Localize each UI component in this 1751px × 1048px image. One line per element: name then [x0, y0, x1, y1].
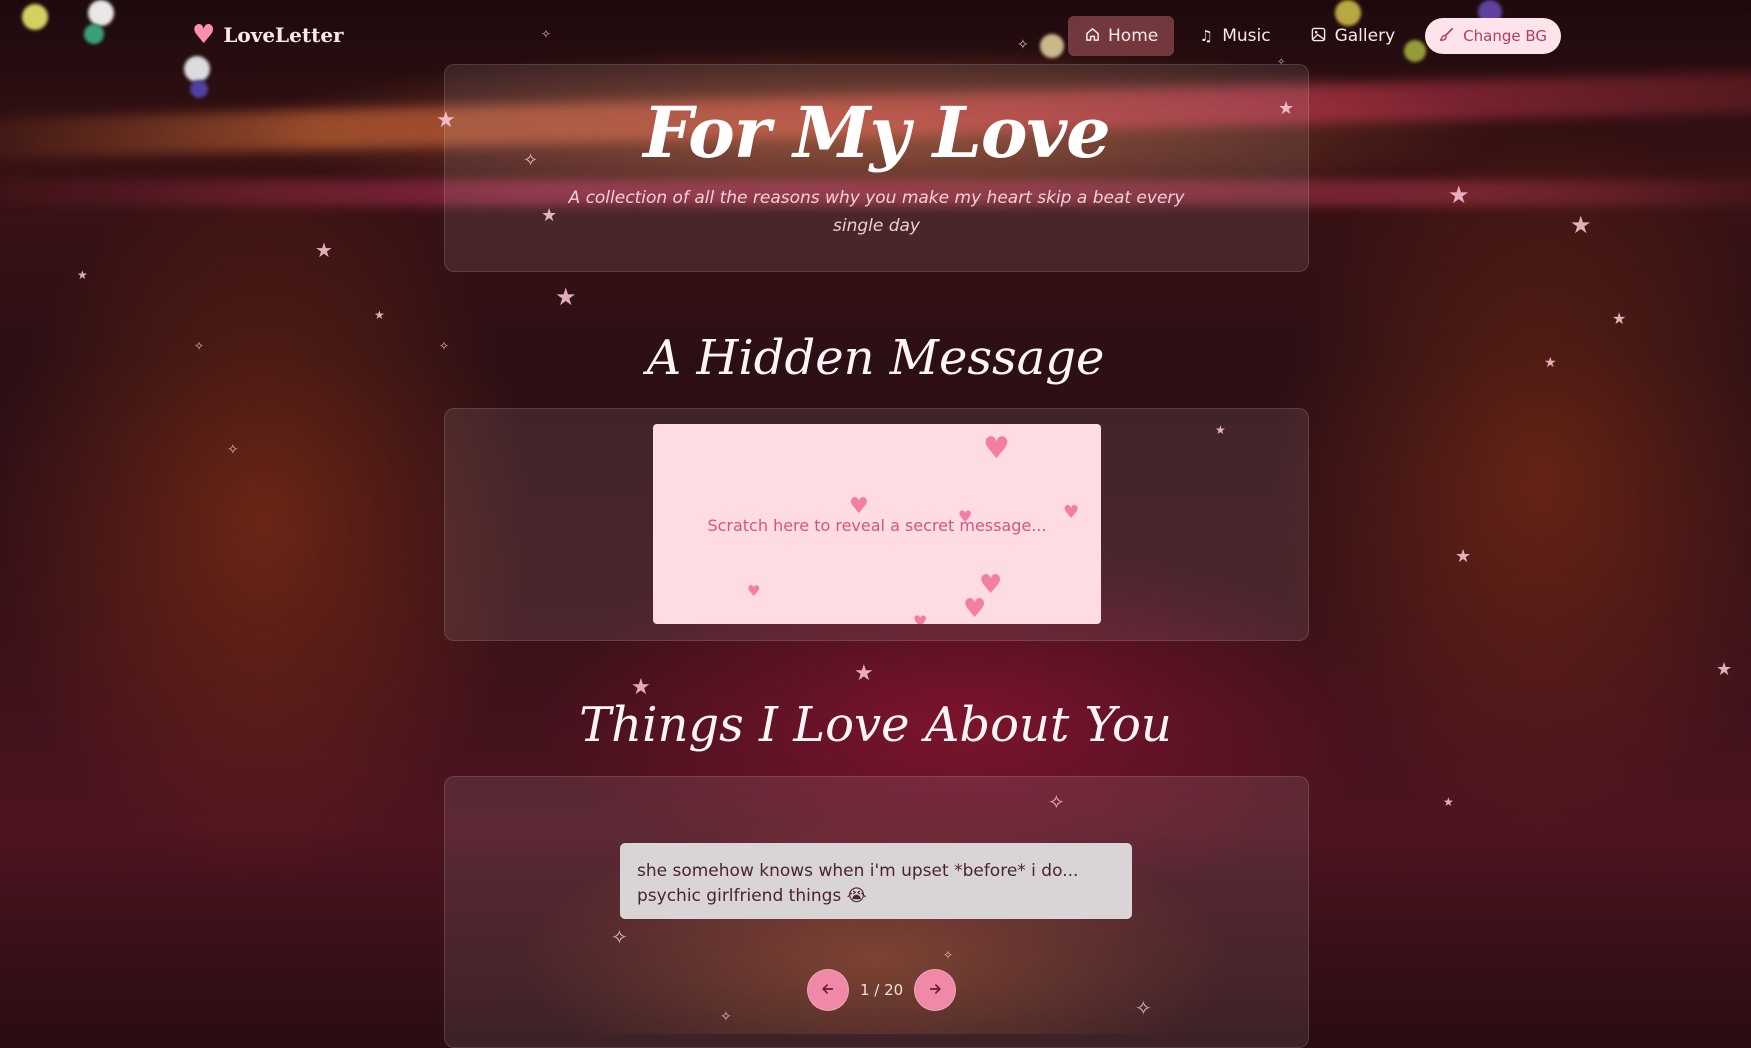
star-icon: ★ — [1443, 795, 1454, 809]
heart-icon: ♥ — [983, 431, 1010, 466]
hidden-message-card: ♥ ♥ ♥ ♥ ♥ ♥ ♥ ♥ Scratch here to reveal a… — [444, 408, 1309, 641]
star-icon: ★ — [854, 661, 874, 686]
things-card: she somehow knows when i'm upset *before… — [444, 776, 1309, 1048]
nav-home[interactable]: Home — [1068, 16, 1175, 56]
star-icon: ★ — [77, 268, 88, 282]
nav-home-label: Home — [1108, 26, 1159, 46]
star-icon: ★ — [555, 283, 577, 311]
things-heading: Things I Love About You — [579, 697, 1172, 753]
heart-icon: ♥ — [747, 582, 761, 600]
arrow-right-icon — [928, 980, 942, 1001]
heart-icon: ♥ — [192, 20, 216, 50]
brand-logo[interactable]: ♥ LoveLetter — [192, 22, 344, 48]
nav-music[interactable]: ♫ Music — [1182, 16, 1286, 56]
heart-icon: ♥ — [913, 612, 928, 625]
nav-links: Home ♫ Music Gallery Change BG — [1068, 16, 1561, 56]
brand-name: LoveLetter — [223, 23, 344, 47]
love-reason-card: she somehow knows when i'm upset *before… — [620, 843, 1132, 919]
scratch-card[interactable]: ♥ ♥ ♥ ♥ ♥ ♥ ♥ ♥ Scratch here to reveal a… — [653, 424, 1101, 624]
star-icon: ★ — [374, 308, 385, 322]
nav-gallery[interactable]: Gallery — [1295, 16, 1412, 56]
page-title: For My Love — [643, 91, 1110, 174]
nav-gallery-label: Gallery — [1334, 26, 1396, 46]
page-subtitle: A collection of all the reasons why you … — [568, 188, 1185, 236]
prev-button[interactable] — [807, 969, 849, 1011]
nav-music-label: Music — [1222, 26, 1271, 46]
star-icon: ★ — [315, 238, 333, 262]
star-icon: ★ — [1716, 659, 1733, 680]
heart-icon: ♥ — [849, 494, 869, 519]
scratch-prompt: Scratch here to reveal a secret message.… — [707, 516, 1047, 535]
sparkle-icon: ✧ — [227, 442, 239, 458]
star-icon: ★ — [631, 675, 651, 700]
star-icon: ★ — [1448, 181, 1470, 209]
bokeh-light — [190, 80, 208, 98]
paint-brush-icon — [1439, 27, 1454, 46]
hero-card: For My Love A collection of all the reas… — [444, 64, 1309, 272]
pager: 1 / 20 — [807, 969, 957, 1011]
heart-icon: ♥ — [963, 594, 987, 624]
image-icon — [1311, 27, 1327, 46]
home-icon — [1084, 27, 1100, 46]
top-nav: ♥ LoveLetter Home ♫ Music Gallery Change… — [0, 0, 1751, 72]
next-button[interactable] — [914, 969, 957, 1011]
arrow-left-icon — [821, 980, 835, 1001]
change-bg-button[interactable]: Change BG — [1425, 18, 1561, 54]
music-note-icon: ♫ — [1199, 27, 1213, 45]
page-counter: 1 / 20 — [860, 981, 904, 999]
star-icon: ★ — [1570, 211, 1592, 239]
change-bg-label: Change BG — [1463, 27, 1547, 45]
hidden-message-heading: A Hidden Message — [646, 330, 1105, 386]
star-icon: ★ — [1455, 546, 1472, 567]
star-icon: ★ — [1612, 309, 1627, 328]
